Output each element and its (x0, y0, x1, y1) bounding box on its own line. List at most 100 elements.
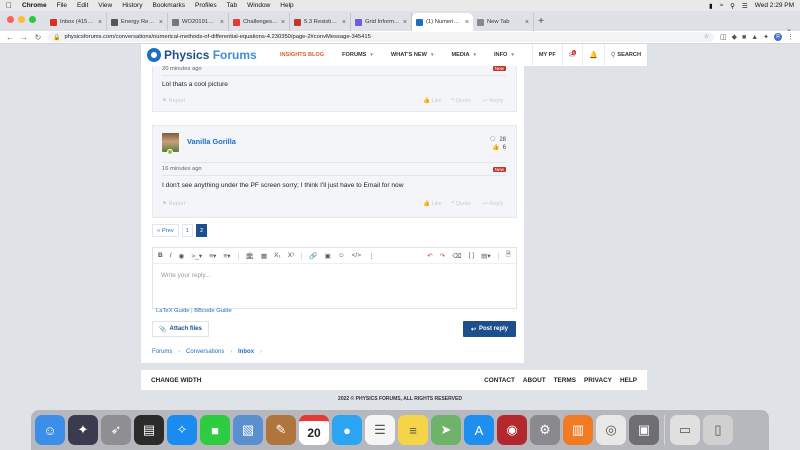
system-preferences-icon[interactable]: ⚙ (530, 415, 560, 445)
profile-avatar[interactable]: R (774, 33, 782, 41)
puzzle-icon[interactable]: ✦ (763, 33, 769, 41)
inbox-icon[interactable]: ✉ 1 (561, 44, 582, 66)
bookmark-star-icon[interactable]: ☆ (704, 34, 709, 40)
zoom-window-icon[interactable] (29, 16, 36, 23)
close-tab-icon[interactable]: × (403, 19, 407, 26)
extension-icon[interactable]: ■ (742, 34, 746, 41)
preview-icon[interactable]: 🗎 (506, 250, 511, 261)
breadcrumb-conversations[interactable]: Conversations (186, 349, 224, 355)
close-tab-icon[interactable]: × (465, 19, 469, 26)
browser-tab[interactable]: Inbox (415) - robertvinu...× (46, 13, 107, 31)
notes-icon[interactable]: ≡ (398, 415, 428, 445)
rocket-icon[interactable]: ➶ (101, 415, 131, 445)
address-bar[interactable]: 🔒 physicsforums.com/conversations/numeri… (48, 32, 714, 42)
browser-tab[interactable]: WO2019136037A1.pdf× (168, 13, 229, 31)
menu-app-name[interactable]: Chrome (22, 2, 47, 9)
calendar-icon[interactable]: 20 (299, 415, 329, 445)
menu-view[interactable]: View (98, 2, 112, 9)
nav-item[interactable]: WHAT'S NEW ▾ (382, 44, 443, 66)
reload-icon[interactable]: ↻ (34, 33, 42, 42)
minimize-window-icon[interactable] (18, 16, 25, 23)
wifi-icon[interactable]: ≈ (720, 2, 724, 9)
safari-icon[interactable]: ✧ (167, 415, 197, 445)
list-icon[interactable]: ≡▾ (209, 252, 216, 260)
eraser-icon[interactable]: ⌫ (452, 252, 461, 260)
browser-tab[interactable]: Energy Renewal: Isotherm...× (107, 13, 168, 31)
reminders-icon[interactable]: ☰ (365, 415, 395, 445)
report-link[interactable]: ⚑ Report (162, 201, 185, 207)
close-window-icon[interactable] (7, 16, 14, 23)
facetime-icon[interactable]: ■ (200, 415, 230, 445)
close-tab-icon[interactable]: × (525, 19, 529, 26)
reply-button[interactable]: ↩ Reply (483, 201, 504, 207)
kebab-menu-icon[interactable]: ⋮ (787, 33, 794, 41)
change-width-button[interactable]: CHANGE WIDTH (151, 377, 201, 384)
new-tab-button[interactable]: + (534, 13, 548, 31)
footer-about[interactable]: ABOUT (523, 377, 546, 384)
redo-icon[interactable]: ↷ (440, 252, 446, 260)
superscript-icon[interactable]: X¹ (288, 252, 295, 259)
books-icon[interactable]: ▥ (563, 415, 593, 445)
downloads-icon[interactable]: ▭ (670, 415, 700, 445)
extension-icon[interactable]: ◫ (720, 33, 727, 41)
quote-button[interactable]: ❝ Quote (451, 98, 471, 104)
preview-icon[interactable]: ▧ (233, 415, 263, 445)
post-reply-button[interactable]: ↩ Post reply (463, 321, 516, 337)
footer-help[interactable]: HELP (620, 377, 637, 384)
activity-monitor-icon[interactable]: ▤ (134, 415, 164, 445)
color-icon[interactable]: ◉ (179, 252, 185, 260)
page-link-2[interactable]: 2 (196, 224, 208, 237)
site-logo[interactable]: Physics Forums (147, 48, 271, 62)
drafts-icon[interactable]: ▤▾ (481, 252, 491, 260)
nav-item[interactable]: INFO ▾ (485, 44, 523, 66)
breadcrumb-forums[interactable]: Forums (152, 349, 172, 355)
extension-icon[interactable]: ▲ (751, 34, 758, 41)
trash-icon[interactable]: ▯ (703, 415, 733, 445)
username-link[interactable]: Vanilla Gorilla (187, 137, 236, 146)
nav-item[interactable]: MEDIA ▾ (442, 44, 485, 66)
search-button[interactable]: ⚲ SEARCH (603, 44, 647, 66)
close-tab-icon[interactable]: × (281, 19, 285, 26)
more-text-options-icon[interactable]: >_▾ (191, 252, 202, 260)
prev-page-button[interactable]: « Prev (152, 224, 179, 237)
app-store-icon[interactable]: A (464, 415, 494, 445)
battery-icon[interactable]: ▮ (709, 2, 713, 10)
menu-window[interactable]: Window (247, 2, 270, 9)
menu-help[interactable]: Help (280, 2, 293, 9)
menu-edit[interactable]: Edit (77, 2, 88, 9)
extension-icon[interactable]: ◆ (732, 33, 737, 41)
like-button[interactable]: 👍 Like (423, 98, 442, 104)
forward-icon[interactable]: → (20, 33, 28, 42)
align-icon[interactable]: ≡▾ (223, 252, 230, 260)
bell-icon[interactable]: 🔔 (581, 44, 604, 66)
my-pf-button[interactable]: MY PF (531, 44, 562, 66)
reply-button[interactable]: ↩ Reply (483, 98, 504, 104)
screenshot-icon[interactable]: ▣ (629, 415, 659, 445)
breadcrumb-inbox[interactable]: Inbox (238, 349, 254, 355)
close-tab-icon[interactable]: × (342, 19, 346, 26)
subscript-icon[interactable]: X₁ (274, 252, 281, 259)
apple-menu-icon[interactable]:  (6, 1, 12, 10)
browser-tab[interactable]: (1) Numerical Methods of...× (412, 13, 473, 31)
maps-icon[interactable]: ➤ (431, 415, 461, 445)
smilie-icon[interactable]: ☺ (338, 252, 345, 259)
more-options-icon[interactable]: ⋮ (368, 252, 375, 260)
report-link[interactable]: ⚑ Report (162, 98, 185, 104)
close-tab-icon[interactable]: × (220, 19, 224, 26)
link-icon[interactable]: 🔗 (309, 252, 317, 260)
attach-files-button[interactable]: 📎 Attach files (152, 321, 209, 337)
undo-icon[interactable]: ↶ (427, 252, 433, 260)
like-button[interactable]: 👍 Like (423, 201, 442, 207)
nav-item[interactable]: FORUMS ▾ (333, 44, 382, 66)
latex-guide-link[interactable]: LaTeX Guide (156, 308, 190, 314)
footer-terms[interactable]: TERMS (554, 377, 576, 384)
browser-tab[interactable]: New Tab × (473, 13, 534, 31)
browser-tab[interactable]: Challenges to the 2nd La...× (229, 13, 290, 31)
table-icon[interactable]: ▦ (261, 252, 267, 260)
back-icon[interactable]: ← (6, 33, 14, 42)
close-tab-icon[interactable]: × (159, 19, 163, 26)
italic-icon[interactable]: I (170, 252, 172, 259)
notebook-icon[interactable]: ✎ (266, 415, 296, 445)
close-tab-icon[interactable]: × (98, 19, 102, 26)
lock-icon[interactable]: 🔒 (53, 34, 60, 41)
